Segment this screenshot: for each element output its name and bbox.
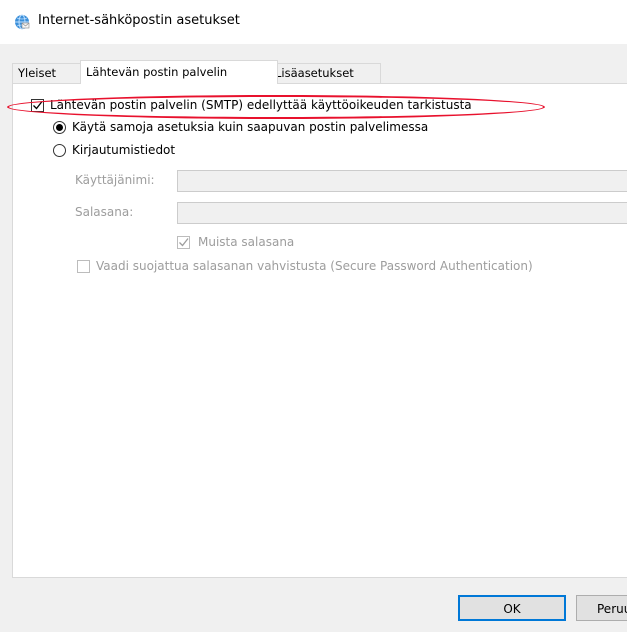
- globe-mail-icon: [15, 14, 30, 30]
- remember-password-checkbox[interactable]: [177, 236, 190, 249]
- dialog-body: Yleiset Lähtevän postin palvelin Lisäase…: [0, 44, 627, 632]
- check-icon: [33, 101, 43, 110]
- title-bar: Internet-sähköpostin asetukset: [0, 0, 627, 44]
- smtp-auth-checkbox[interactable]: [31, 99, 44, 112]
- tab-general[interactable]: Yleiset: [12, 63, 81, 83]
- password-label: Salasana:: [75, 205, 134, 219]
- tab-advanced[interactable]: Lisäasetukset: [269, 63, 381, 83]
- username-input[interactable]: [177, 170, 627, 192]
- password-input[interactable]: [177, 202, 627, 224]
- spa-checkbox[interactable]: [77, 260, 90, 273]
- spa-label[interactable]: Vaadi suojattua salasanan vahvistusta (S…: [96, 259, 533, 273]
- ok-button[interactable]: OK: [458, 595, 566, 621]
- use-same-settings-label[interactable]: Käytä samoja asetuksia kuin saapuvan pos…: [72, 120, 428, 134]
- cancel-button[interactable]: Peruuta: [576, 595, 627, 621]
- username-label: Käyttäjänimi:: [75, 173, 155, 187]
- window-title: Internet-sähköpostin asetukset: [38, 13, 240, 28]
- tab-panel-outgoing-server: Lähtevän postin palvelin (SMTP) edellytt…: [12, 83, 627, 578]
- smtp-auth-label[interactable]: Lähtevän postin palvelin (SMTP) edellytt…: [50, 98, 472, 112]
- radio-selected-dot: [56, 124, 63, 131]
- login-info-radio[interactable]: [53, 144, 66, 157]
- use-same-settings-radio[interactable]: [53, 121, 66, 134]
- remember-password-label[interactable]: Muista salasana: [198, 235, 294, 249]
- check-icon: [179, 238, 189, 247]
- tab-outgoing-server[interactable]: Lähtevän postin palvelin: [80, 60, 278, 84]
- login-info-label[interactable]: Kirjautumistiedot: [72, 143, 175, 157]
